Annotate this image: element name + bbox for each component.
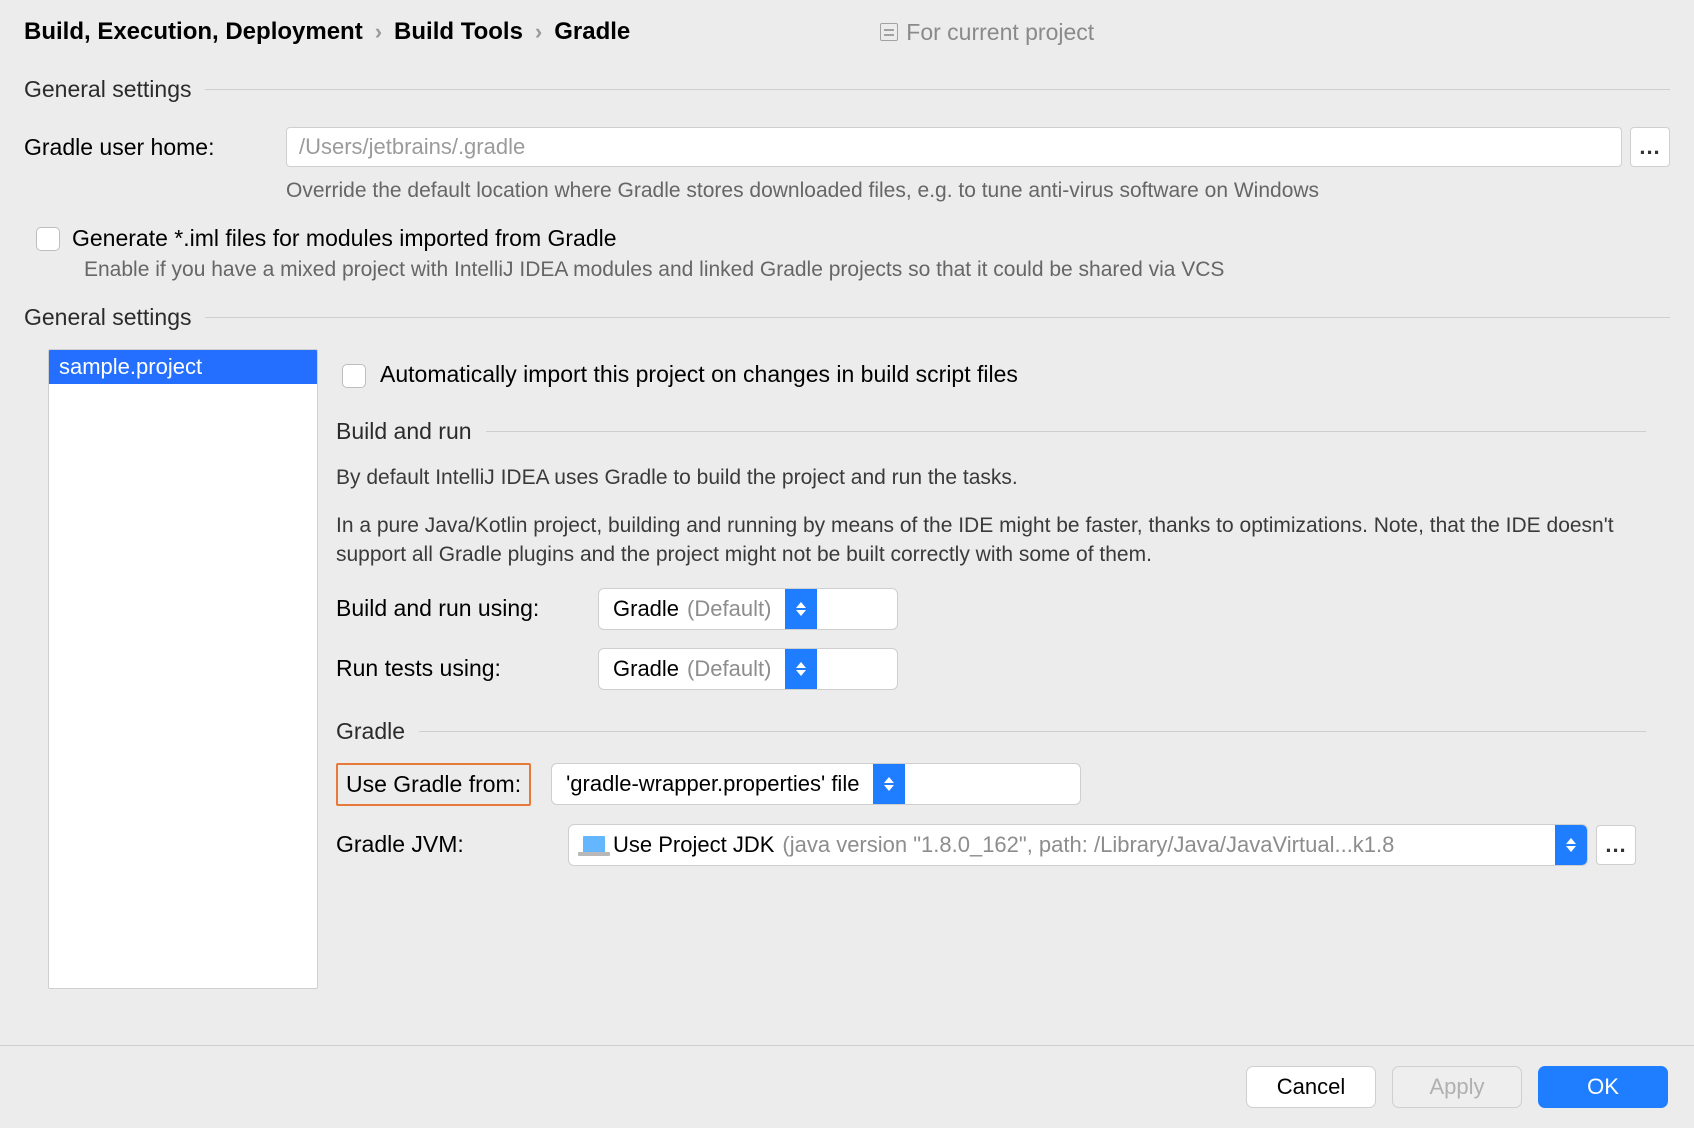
project-scope-icon	[880, 23, 898, 41]
build-and-run-using-select[interactable]: Gradle (Default)	[598, 588, 898, 630]
auto-import-label: Automatically import this project on cha…	[380, 361, 1018, 388]
updown-caret-icon	[1555, 825, 1587, 865]
scope-indicator: For current project	[880, 19, 1094, 46]
breadcrumb-build-tools[interactable]: Build Tools	[394, 18, 523, 46]
generate-iml-hint: Enable if you have a mixed project with …	[84, 258, 1670, 282]
breadcrumb: Build, Execution, Deployment › Build Too…	[0, 0, 1694, 54]
gradle-jvm-browse-button[interactable]: ...	[1596, 825, 1636, 865]
gradle-jvm-select[interactable]: Use Project JDK (java version "1.8.0_162…	[568, 824, 1588, 866]
subsection-gradle: Gradle	[336, 718, 1646, 745]
build-run-description-1: By default IntelliJ IDEA uses Gradle to …	[336, 463, 1646, 492]
chevron-right-icon: ›	[533, 19, 544, 45]
gradle-user-home-hint: Override the default location where Grad…	[286, 173, 1670, 215]
generate-iml-checkbox[interactable]	[36, 227, 60, 251]
cancel-button[interactable]: Cancel	[1246, 1066, 1376, 1108]
breadcrumb-gradle[interactable]: Gradle	[554, 18, 630, 46]
use-gradle-from-label: Use Gradle from:	[336, 763, 531, 806]
jdk-folder-icon	[583, 836, 605, 854]
apply-button: Apply	[1392, 1066, 1522, 1108]
chevron-right-icon: ›	[373, 19, 384, 45]
generate-iml-label: Generate *.iml files for modules importe…	[72, 225, 617, 252]
use-gradle-from-select[interactable]: 'gradle-wrapper.properties' file	[551, 763, 1081, 805]
run-tests-using-label: Run tests using:	[336, 655, 598, 682]
breadcrumb-build-execution-deployment[interactable]: Build, Execution, Deployment	[24, 18, 363, 46]
run-tests-using-select[interactable]: Gradle (Default)	[598, 648, 898, 690]
subsection-build-and-run: Build and run	[336, 418, 1646, 445]
ok-button[interactable]: OK	[1538, 1066, 1668, 1108]
gradle-jvm-label: Gradle JVM:	[336, 831, 568, 858]
updown-caret-icon	[785, 649, 817, 689]
gradle-user-home-browse-button[interactable]: ...	[1630, 127, 1670, 167]
updown-caret-icon	[873, 764, 905, 804]
build-and-run-using-label: Build and run using:	[336, 595, 598, 622]
dialog-footer: Cancel Apply OK	[0, 1045, 1694, 1128]
scope-label: For current project	[906, 19, 1094, 46]
updown-caret-icon	[785, 589, 817, 629]
linked-projects-list[interactable]: sample.project	[48, 349, 318, 989]
gradle-user-home-input[interactable]	[286, 127, 1622, 167]
section-general-settings-1: General settings	[24, 76, 1670, 103]
section-general-settings-2: General settings	[24, 304, 1670, 331]
build-run-description-2: In a pure Java/Kotlin project, building …	[336, 511, 1646, 570]
project-list-item[interactable]: sample.project	[49, 350, 317, 384]
gradle-user-home-label: Gradle user home:	[24, 134, 286, 161]
auto-import-checkbox[interactable]	[342, 364, 366, 388]
